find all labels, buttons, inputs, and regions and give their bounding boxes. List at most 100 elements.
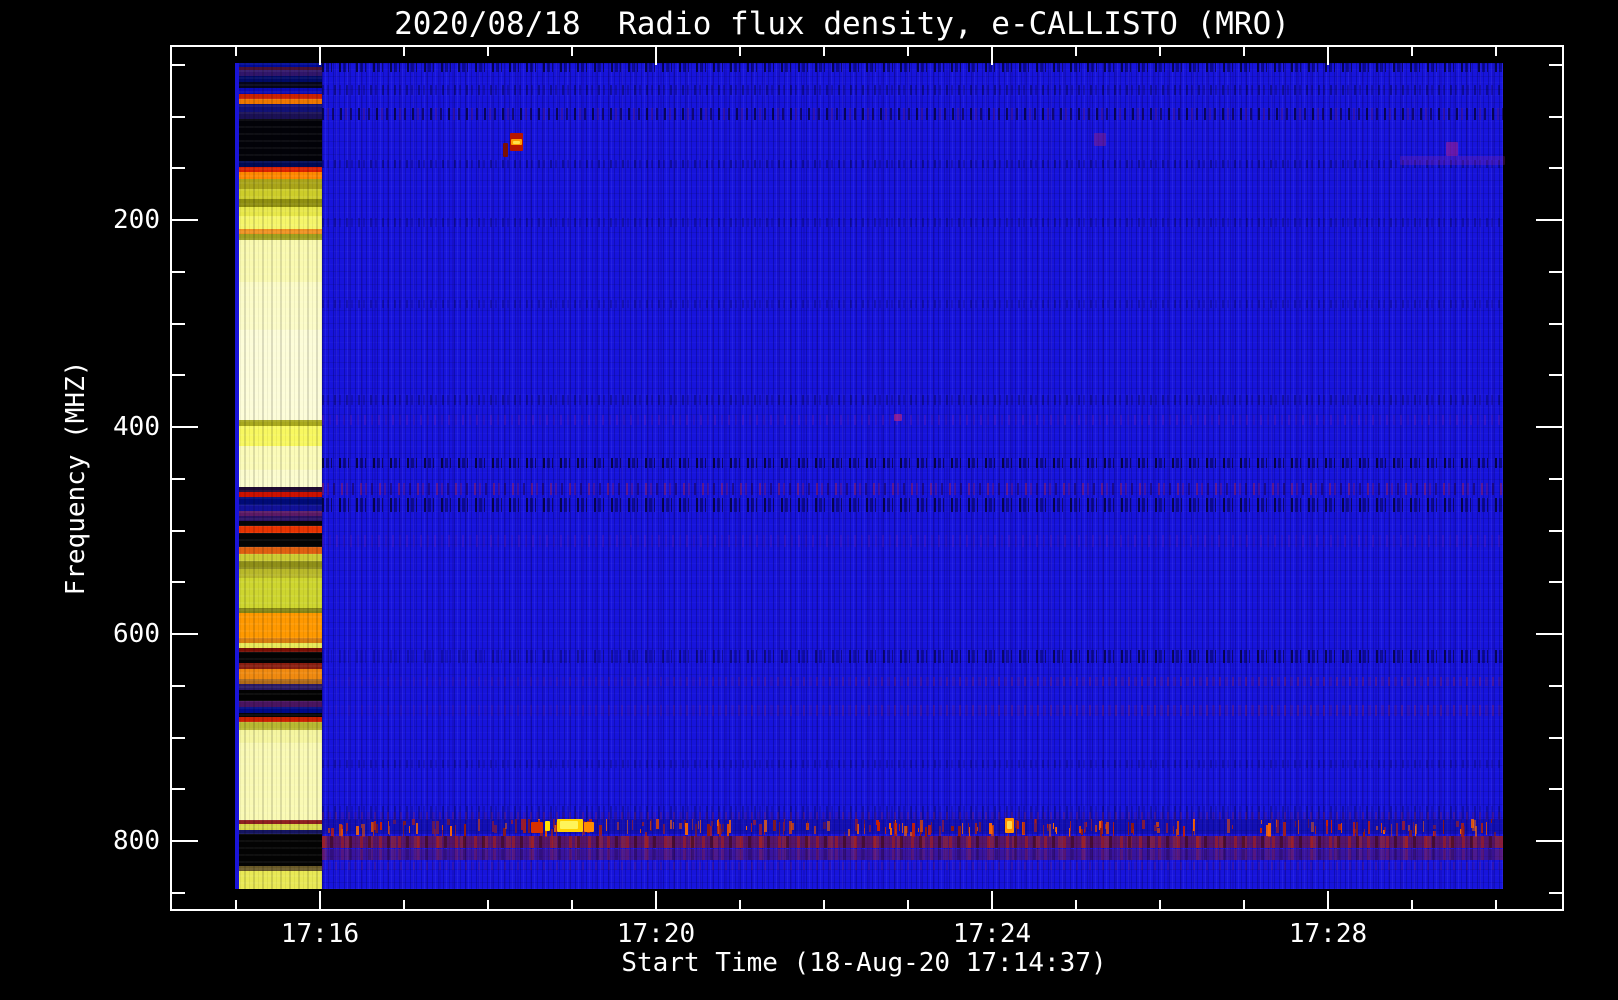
tick-mark	[823, 900, 825, 909]
rfi-streak	[989, 823, 992, 834]
rfi-streak	[807, 821, 808, 827]
rfi-streak	[1133, 829, 1134, 835]
chart-title: 2020/08/18 Radio flux density, e-CALLIST…	[394, 6, 1290, 42]
tick-mark	[1411, 900, 1413, 909]
y-tick-label: 800	[113, 826, 160, 856]
rfi-streak	[773, 820, 776, 831]
tick-mark	[172, 788, 185, 791]
rfi-streak	[975, 823, 977, 834]
rfi-streak	[1315, 826, 1316, 834]
tick-mark	[403, 900, 405, 909]
rfi-streak	[492, 821, 494, 832]
rfi-streak	[692, 819, 693, 830]
tick-mark	[1411, 47, 1413, 56]
y-tick-label: 200	[113, 205, 160, 235]
burst-blob	[503, 143, 508, 157]
tick-mark	[991, 47, 993, 65]
burst-blob	[584, 822, 594, 832]
rfi-streak	[931, 822, 932, 833]
tick-mark	[172, 270, 185, 273]
tick-mark	[235, 900, 237, 909]
rfi-band-redband	[322, 677, 1503, 686]
rfi-streak	[1456, 821, 1459, 827]
rfi-streak	[1283, 822, 1286, 836]
rfi-streak	[977, 827, 978, 831]
rfi-streak	[1353, 822, 1355, 836]
rfi-streak	[894, 823, 897, 836]
rfi-streak	[784, 819, 785, 831]
rfi-streak	[962, 823, 963, 834]
rfi-streak	[1232, 825, 1233, 829]
rfi-streak	[1034, 819, 1037, 832]
tick-mark	[1549, 736, 1562, 739]
rfi-streak	[1266, 825, 1269, 836]
rfi-streak	[1091, 819, 1092, 831]
rfi-streak	[670, 820, 672, 829]
burst-blob	[513, 141, 520, 144]
rfi-streak	[1376, 826, 1378, 830]
rfi-streak	[412, 819, 415, 825]
rfi-streak	[899, 824, 900, 831]
tick-mark	[1243, 47, 1245, 56]
rfi-streak	[1326, 820, 1328, 826]
burst-blob	[545, 821, 550, 831]
rfi-streak	[885, 827, 886, 834]
rfi-streak	[685, 823, 688, 835]
calibration-left-edge	[235, 63, 239, 889]
rfi-streak	[759, 824, 762, 835]
rfi-streak	[1023, 822, 1025, 834]
rfi-band-dark	[322, 300, 1503, 308]
burst-blob	[1007, 821, 1012, 829]
rfi-streak	[1053, 823, 1054, 829]
rfi-streak	[389, 826, 390, 835]
x-tick-label: 17:20	[616, 919, 696, 949]
rfi-streak	[373, 822, 374, 836]
x-axis-title: Start Time (18-Aug-20 17:14:37)	[621, 948, 1107, 978]
tick-mark	[1549, 270, 1562, 273]
rfi-streak	[1276, 820, 1277, 827]
rfi-streak	[640, 829, 641, 833]
rfi-streak	[1157, 828, 1160, 833]
rfi-streak	[1081, 829, 1083, 835]
rfi-band-dark	[322, 218, 1503, 227]
rfi-streak	[434, 829, 436, 836]
rfi-streak	[1402, 821, 1405, 830]
rfi-streak	[617, 822, 619, 830]
rfi-band-redband	[322, 862, 1503, 870]
tick-mark	[907, 900, 909, 909]
tick-mark	[172, 736, 185, 739]
tick-mark	[1536, 426, 1562, 428]
tick-mark	[1549, 788, 1562, 791]
rfi-streak	[450, 826, 452, 836]
tick-mark	[1549, 63, 1562, 66]
rfi-streak	[823, 822, 826, 829]
rfi-streak	[902, 823, 903, 833]
rfi-streak	[1381, 823, 1382, 833]
rfi-streak	[1227, 819, 1230, 833]
rfi-streak	[632, 820, 633, 830]
rfi-streak	[403, 823, 404, 837]
rfi-streak	[1415, 824, 1417, 834]
rfi-streak	[827, 821, 830, 831]
tick-mark	[172, 529, 185, 532]
rfi-streak	[1070, 821, 1071, 831]
tick-mark	[235, 47, 237, 56]
tick-mark	[172, 684, 185, 687]
x-tick-label: 17:24	[952, 919, 1032, 949]
rfi-streak	[393, 820, 396, 824]
tick-mark	[487, 900, 489, 909]
tick-mark	[172, 115, 185, 118]
burst-blob	[1094, 133, 1106, 146]
y-tick-label: 600	[113, 619, 160, 649]
rfi-streak	[1368, 821, 1370, 834]
tick-mark	[172, 633, 198, 635]
tick-mark	[172, 477, 185, 480]
tick-mark	[1075, 900, 1077, 909]
tick-mark	[1327, 891, 1329, 909]
burst-blob	[560, 821, 578, 829]
tick-mark	[172, 219, 198, 221]
rfi-streak	[979, 822, 981, 832]
tick-mark	[1549, 374, 1562, 377]
tick-mark	[571, 900, 573, 909]
tick-mark	[1549, 891, 1562, 894]
